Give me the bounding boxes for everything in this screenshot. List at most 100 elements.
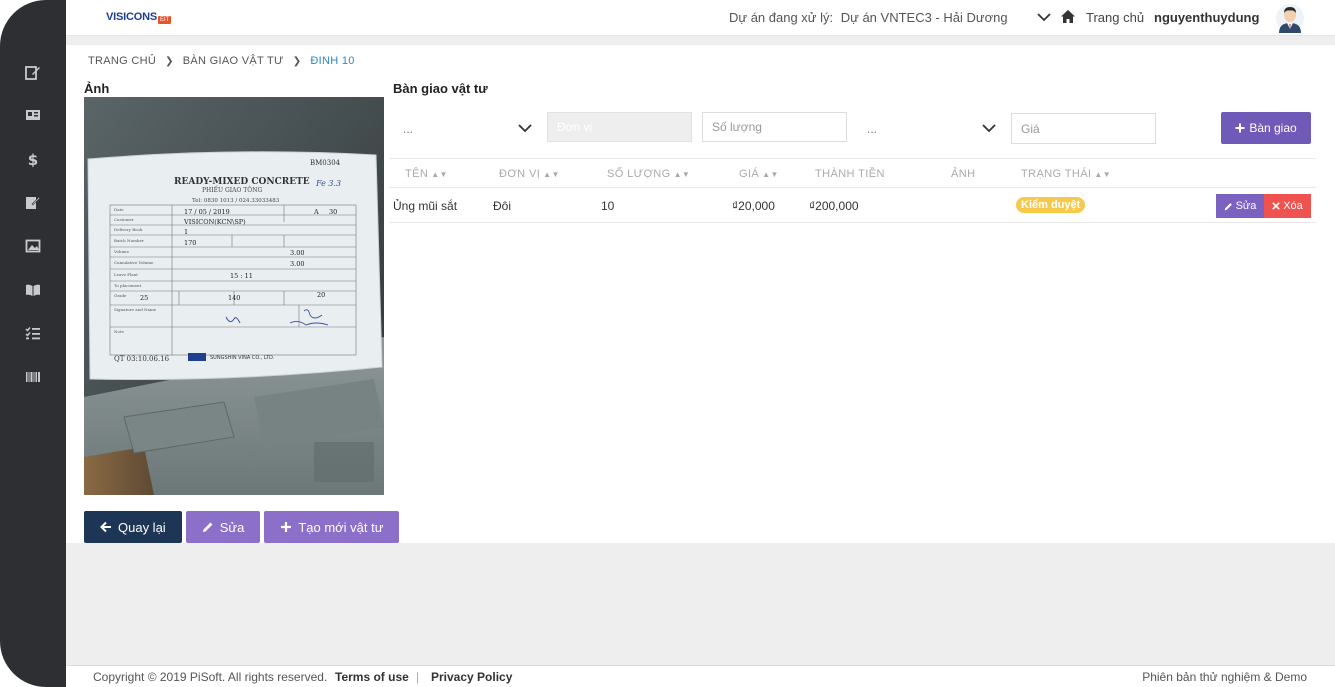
breadcrumb-current: ĐINH 10 [310, 55, 355, 67]
svg-text:Note: Note [114, 329, 125, 334]
chevron-down-icon [518, 124, 532, 133]
handover-table: TÊN ▲▼ ĐƠN VỊ ▲▼ SỐ LƯỢNG ▲▼ GIÁ ▲▼ THÀNH TI… [389, 158, 1316, 223]
svg-text:Leave Plant: Leave Plant [114, 272, 138, 277]
project-selector[interactable]: Dự án đang xử lý: Dự án VNTEC3 - Hải Dươ… [729, 10, 1012, 25]
doc-grade: 25 [140, 294, 148, 302]
topbar: VISICONS EIT Dự án đang xử lý: Dự án VNT… [66, 0, 1335, 36]
material-photo[interactable]: BM0304 READY-MIXED CONCRETE PHIẾU GIAO T… [84, 97, 384, 495]
row-edit-button[interactable]: Sửa [1216, 194, 1264, 218]
logo[interactable]: VISICONS EIT [106, 10, 172, 24]
pencil-icon [1224, 202, 1232, 210]
breadcrumb-handover[interactable]: BÀN GIAO VẬT TƯ [183, 55, 284, 67]
doc-slump: 140 [228, 294, 240, 302]
material-select[interactable]: ... [393, 113, 533, 145]
col-unit[interactable]: ĐƠN VỊ ▲▼ [499, 168, 560, 180]
svg-text:Signature and Name: Signature and Name [114, 307, 157, 312]
close-icon [1272, 202, 1280, 210]
doc-num: 170 [184, 239, 196, 247]
recipient-select[interactable]: ... [857, 113, 997, 145]
cell-quantity: 10 [601, 199, 615, 213]
sidebar-item-library[interactable] [22, 279, 44, 301]
avatar[interactable] [1276, 3, 1304, 33]
breadcrumb-home[interactable]: TRANG CHỦ [88, 55, 156, 67]
recipient-select-value: ... [867, 122, 878, 136]
svg-text:Grade: Grade [114, 293, 127, 298]
cell-price: ₫20,000 [732, 199, 775, 213]
footer-version: Phiên bản thử nghiệm & Demo [1142, 670, 1307, 684]
sort-icon: ▲▼ [762, 170, 779, 179]
create-material-button-label: Tạo mới vật tư [298, 519, 384, 535]
table-header: TÊN ▲▼ ĐƠN VỊ ▲▼ SỐ LƯỢNG ▲▼ GIÁ ▲▼ THÀNH TI… [389, 158, 1316, 188]
footer-copyright: Copyright © 2019 PiSoft. All rights rese… [93, 670, 328, 684]
sidebar-item-edit[interactable] [22, 61, 44, 83]
doc-form-code: QT 03:10.06.16 [114, 355, 170, 363]
chevron-down-icon[interactable] [1036, 10, 1052, 27]
sort-icon: ▲▼ [431, 170, 448, 179]
breadcrumb-separator-icon: ❯ [165, 55, 174, 67]
sidebar-item-notes[interactable] [22, 191, 44, 213]
sort-icon: ▲▼ [1094, 170, 1112, 179]
table-row: Ủng mũi sắt Đôi 10 ₫20,000 ₫200,000 Kiểm… [389, 188, 1316, 223]
home-icon[interactable] [1060, 9, 1076, 27]
price-input[interactable]: Giá [1011, 113, 1156, 144]
svg-text:30: 30 [329, 208, 337, 216]
sidebar-item-barcode[interactable] [22, 366, 44, 388]
logo-badge: EIT [157, 16, 172, 24]
image-icon [25, 239, 41, 253]
quantity-input[interactable]: Số lượng [702, 112, 847, 142]
col-total: THÀNH TIỀN [815, 168, 885, 180]
breadcrumb: TRANG CHỦ ❯ BÀN GIAO VẬT TƯ ❯ ĐINH 10 [88, 55, 355, 67]
footer-separator: | [416, 670, 420, 684]
sidebar-item-finance[interactable]: $ [22, 148, 44, 170]
sort-icon: ▲▼ [673, 170, 691, 179]
arrow-left-icon [100, 521, 111, 533]
col-photo: ẢNH [951, 168, 976, 180]
project-value: Dự án VNTEC3 - Hải Dương [840, 10, 1008, 25]
row-delete-button[interactable]: Xóa [1264, 194, 1311, 218]
chevron-down-icon [982, 124, 996, 133]
svg-text:Batch Number: Batch Number [114, 238, 144, 243]
col-name[interactable]: TÊN ▲▼ [405, 168, 448, 180]
pencil-icon [202, 522, 213, 532]
col-price[interactable]: GIÁ ▲▼ [739, 168, 779, 180]
book-icon [26, 284, 40, 296]
sidebar-item-gallery[interactable] [22, 235, 44, 257]
col-quantity[interactable]: SỐ LƯỢNG ▲▼ [607, 168, 690, 180]
breadcrumb-separator-icon: ❯ [292, 55, 302, 67]
svg-text:Delivery Book: Delivery Book [114, 227, 143, 232]
edit-button[interactable]: Sửa [185, 511, 261, 543]
create-material-button[interactable]: Tạo mới vật tư [264, 511, 400, 543]
handover-form: ... Đơn vị Số lượng ... Giá Bàn giao [393, 109, 1323, 145]
svg-text:To placement: To placement [114, 283, 142, 288]
doc-agg: 20 [317, 291, 325, 299]
back-button[interactable]: Quay lại [84, 511, 182, 543]
doc-date: 17 / 05 / 2019 [184, 208, 230, 216]
col-status[interactable]: TRẠNG THÁI ▲▼ [1021, 168, 1111, 180]
plus-icon [281, 522, 292, 532]
plus-icon [1235, 123, 1245, 133]
photo-actions: Quay lại Sửa Tạo mới vật tư [84, 511, 400, 543]
username[interactable]: nguyenthuydung [1154, 10, 1259, 25]
cell-name: Ủng mũi sắt [393, 199, 458, 213]
sort-icon: ▲▼ [543, 170, 560, 179]
sidebar-item-tasks[interactable] [22, 322, 44, 344]
cell-unit: Đôi [493, 199, 512, 213]
doc-vol1: 3.00 [290, 249, 304, 257]
unit-placeholder: Đơn vị [557, 120, 593, 134]
quantity-placeholder: Số lượng [712, 120, 762, 134]
handover-submit-button[interactable]: Bàn giao [1221, 112, 1311, 144]
svg-text:Customer: Customer [114, 217, 134, 222]
logo-text: VISICONS [106, 11, 157, 23]
price-placeholder: Giá [1021, 121, 1040, 136]
svg-text:$: $ [28, 151, 38, 167]
sidebar-item-id-card[interactable] [22, 104, 44, 126]
home-link[interactable]: Trang chủ [1086, 10, 1144, 25]
terms-link[interactable]: Terms of use [335, 670, 409, 684]
svg-text:Volume: Volume [113, 249, 130, 254]
edit-button-label: Sửa [219, 519, 245, 535]
privacy-link[interactable]: Privacy Policy [431, 670, 512, 684]
doc-title: READY-MIXED CONCRETE [174, 177, 310, 187]
svg-text:A: A [313, 208, 319, 216]
topbar-shadow [66, 36, 1335, 45]
cell-total: ₫200,000 [809, 199, 859, 213]
